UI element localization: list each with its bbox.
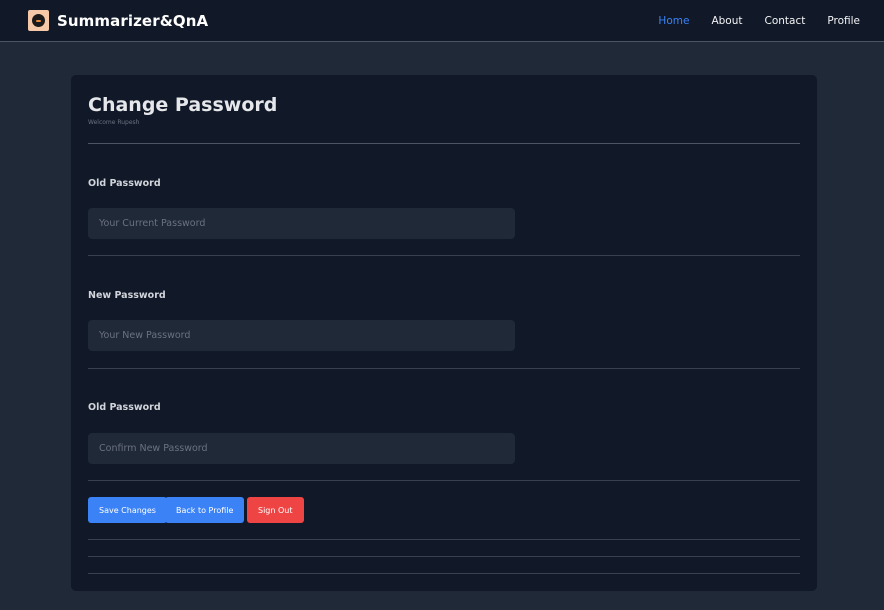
sign-out-button[interactable]: Sign Out [247, 497, 304, 523]
nav-link-contact[interactable]: Contact [764, 15, 805, 27]
top-navbar: Summarizer&QnA Home About Contact Profil… [0, 0, 884, 42]
brand[interactable]: Summarizer&QnA [28, 10, 208, 31]
brand-name: Summarizer&QnA [57, 11, 209, 30]
nav-links: Home About Contact Profile [636, 0, 860, 42]
save-changes-button[interactable]: Save Changes [88, 497, 167, 523]
old-password-input[interactable] [88, 208, 515, 239]
new-password-input[interactable] [88, 320, 515, 351]
welcome-text: Welcome Rupesh [88, 119, 140, 126]
old-password-label: Old Password [88, 178, 161, 189]
app-logo-icon [28, 10, 49, 31]
divider [88, 368, 800, 369]
divider [88, 255, 800, 256]
confirm-password-label: Old Password [88, 402, 161, 413]
confirm-password-input[interactable] [88, 433, 515, 464]
divider [88, 556, 800, 557]
divider [88, 480, 800, 481]
nav-link-profile[interactable]: Profile [827, 15, 860, 27]
divider [88, 539, 800, 540]
back-to-profile-button[interactable]: Back to Profile [165, 497, 245, 523]
divider [88, 143, 800, 144]
divider [88, 573, 800, 574]
nav-link-home[interactable]: Home [658, 15, 689, 27]
page-title: Change Password [88, 94, 278, 116]
nav-link-about[interactable]: About [711, 15, 742, 27]
new-password-label: New Password [88, 290, 166, 301]
change-password-card: Change Password Welcome Rupesh Old Passw… [71, 75, 817, 591]
